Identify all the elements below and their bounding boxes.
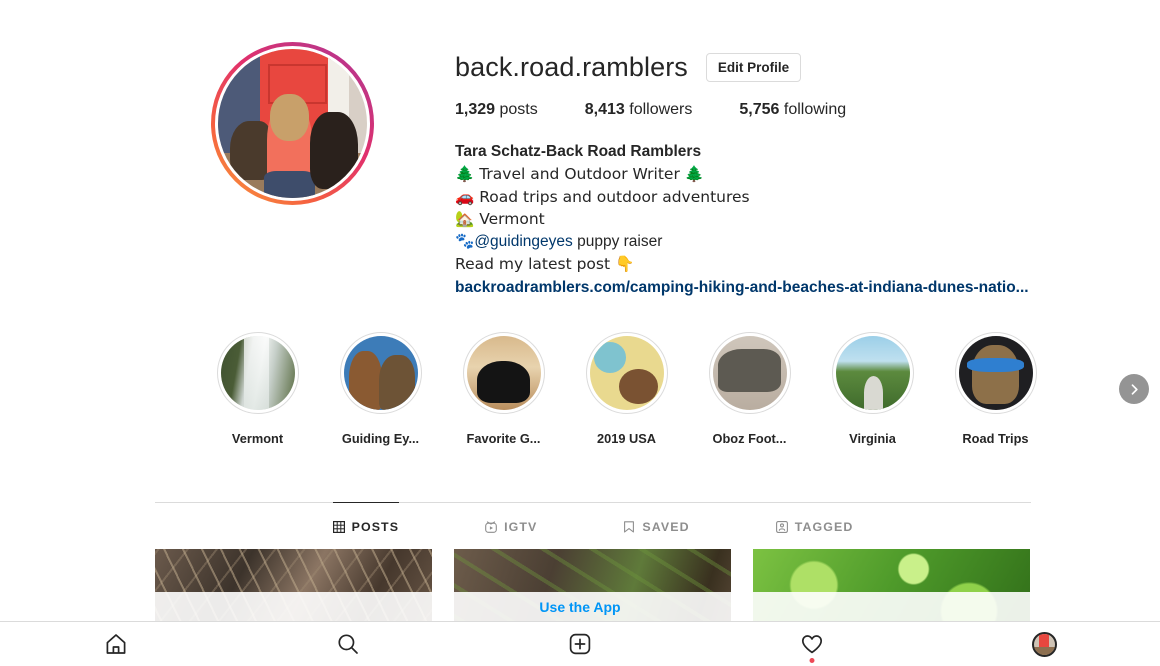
bio-line-2: 🚗 Road trips and outdoor adventures — [455, 187, 750, 206]
highlight-ring — [831, 332, 914, 414]
tab-igtv-label: IGTV — [504, 520, 538, 534]
highlight-ring — [708, 332, 791, 414]
story-highlights: Vermont Guiding Ey... Favorite G... 2019… — [0, 332, 1160, 446]
stat-followers-value: 8,413 — [584, 101, 625, 118]
identity-row: back.road.ramblers Edit Profile — [455, 52, 802, 83]
highlight-road-trips[interactable]: Road Trips — [934, 332, 1057, 446]
bookmark-icon — [623, 521, 635, 533]
activity-notification-dot — [809, 657, 815, 663]
use-the-app-link[interactable]: Use the App — [539, 599, 620, 615]
highlight-vermont[interactable]: Vermont — [196, 332, 319, 446]
profile-full-name: Tara Schatz-Back Road Ramblers — [455, 143, 702, 160]
highlight-label: Vermont — [231, 431, 284, 446]
highlight-virginia[interactable]: Virginia — [811, 332, 934, 446]
highlight-label: Guiding Ey... — [341, 431, 420, 446]
highlight-ring — [216, 332, 299, 414]
avatar-image — [215, 46, 370, 201]
highlight-cover — [220, 336, 295, 410]
stat-following-value: 5,756 — [739, 101, 780, 118]
tab-igtv[interactable]: IGTV — [485, 502, 537, 534]
use-the-app-banner: Use the App — [0, 592, 1160, 622]
highlight-cover — [958, 336, 1033, 410]
bio-line-4-rest: puppy raiser — [572, 233, 663, 251]
paw-prints-icon: 🐾 — [455, 232, 475, 251]
chevron-right-icon[interactable] — [1119, 374, 1149, 404]
bio-line-5: Read my latest post 👇 — [455, 255, 635, 274]
highlight-label: Oboz Foot... — [712, 431, 787, 446]
bio-line-3: 🏡 Vermont — [455, 209, 545, 228]
tab-posts[interactable]: POSTS — [332, 502, 400, 534]
nav-profile[interactable] — [928, 622, 1160, 666]
highlight-favorite-gear[interactable]: Favorite G... — [442, 332, 565, 446]
home-icon — [104, 632, 128, 656]
profile-stats: 1,329 posts 8,413 followers 5,756 follow… — [455, 101, 846, 119]
highlight-ring — [585, 332, 668, 414]
tab-saved-label: SAVED — [642, 520, 690, 534]
nav-search[interactable] — [232, 622, 464, 666]
stat-followers-label: followers — [629, 101, 693, 118]
highlight-2019-usa[interactable]: 2019 USA — [565, 332, 688, 446]
highlight-ring — [954, 332, 1037, 414]
highlight-cover — [343, 336, 418, 410]
nav-home[interactable] — [0, 622, 232, 666]
stat-followers[interactable]: 8,413 followers — [585, 101, 693, 119]
avatar-icon — [1031, 631, 1057, 657]
profile-picture[interactable] — [211, 42, 374, 205]
nav-add-post[interactable] — [464, 622, 696, 666]
bio-line-4: 🐾@guidingeyes puppy raiser — [455, 230, 1029, 253]
highlight-ring — [462, 332, 545, 414]
instagram-profile-page: back.road.ramblers Edit Profile 1,329 po… — [0, 0, 1160, 666]
stat-following-label: following — [783, 101, 847, 118]
tab-saved[interactable]: SAVED — [623, 502, 689, 534]
profile-bio: Tara Schatz-Back Road Ramblers 🌲 Travel … — [455, 141, 1029, 299]
bottom-navigation-bar — [0, 621, 1160, 666]
highlight-oboz-footwear[interactable]: Oboz Foot... — [688, 332, 811, 446]
search-icon — [336, 632, 360, 656]
add-post-icon — [568, 632, 592, 656]
edit-profile-button[interactable]: Edit Profile — [705, 52, 802, 83]
highlight-label: 2019 USA — [596, 431, 657, 446]
tab-tagged[interactable]: TAGGED — [775, 502, 854, 534]
grid-icon — [332, 521, 345, 533]
heart-icon — [800, 632, 824, 656]
bio-external-link[interactable]: backroadramblers.com/camping-hiking-and-… — [455, 277, 1029, 299]
highlight-cover — [835, 336, 910, 410]
highlight-label: Favorite G... — [466, 431, 541, 446]
highlight-ring — [339, 332, 422, 414]
bio-mention-guidingeyes[interactable]: @guidingeyes — [474, 233, 572, 250]
bio-line-1: 🌲 Travel and Outdoor Writer 🌲 — [455, 165, 705, 184]
page-title: back.road.ramblers — [455, 52, 688, 82]
tagged-person-icon — [775, 521, 788, 533]
highlight-label: Road Trips — [962, 431, 1029, 446]
stat-following[interactable]: 5,756 following — [739, 101, 846, 119]
tab-tagged-label: TAGGED — [794, 520, 854, 534]
stat-posts[interactable]: 1,329 posts — [455, 101, 538, 119]
highlight-cover — [589, 336, 664, 410]
igtv-icon — [485, 521, 497, 533]
highlight-label: Virginia — [849, 431, 896, 446]
nav-activity[interactable] — [696, 622, 928, 666]
profile-tabs-container: POSTS IGTV SAVED TAGGED — [155, 502, 1031, 534]
highlight-cover — [466, 336, 541, 410]
profile-tabs: POSTS IGTV SAVED TAGGED — [155, 502, 1031, 534]
stat-posts-label: posts — [499, 101, 538, 118]
stat-posts-value: 1,329 — [455, 101, 496, 118]
highlight-cover — [712, 336, 787, 410]
highlight-guiding-eyes[interactable]: Guiding Ey... — [319, 332, 442, 446]
tab-posts-label: POSTS — [351, 520, 400, 534]
